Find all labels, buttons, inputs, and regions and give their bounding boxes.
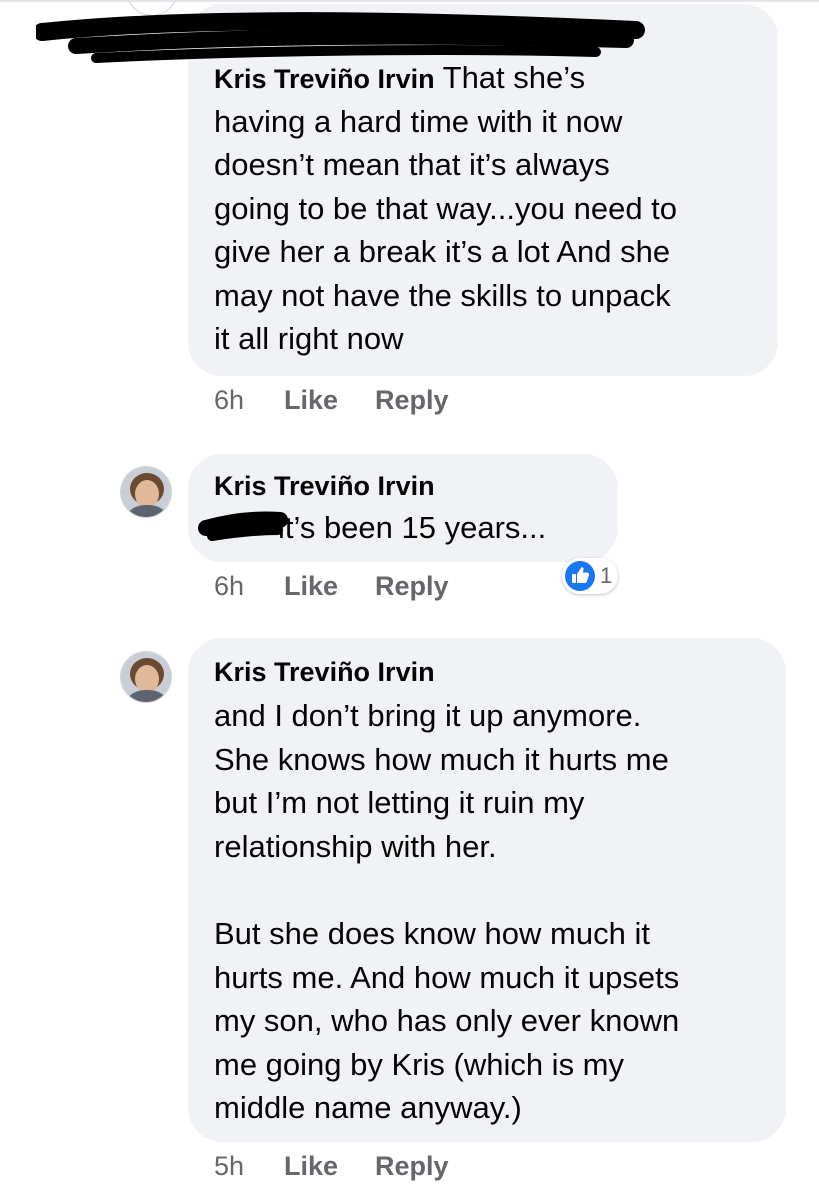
comment-1-line: may not have the skills to unpack — [214, 277, 671, 313]
like-thumbs-up-icon — [565, 561, 595, 591]
comment-1-body: Kris Treviño Irvin That she’s having a h… — [214, 56, 764, 361]
comment-1-line: going to be that way...you need to — [214, 190, 678, 226]
comment-1-line: it all right now — [214, 321, 404, 356]
comment-timestamp[interactable]: 5h — [214, 1150, 284, 1182]
reaction-count: 1 — [600, 563, 613, 588]
redaction-scribble-2 — [198, 511, 288, 541]
avatar[interactable] — [120, 466, 172, 518]
comment-2-text: it’s been 15 years... — [278, 510, 547, 545]
reply-button[interactable]: Reply — [375, 570, 449, 602]
comment-2-author[interactable]: Kris Treviño Irvin — [214, 469, 435, 503]
comment-timestamp[interactable]: 6h — [214, 384, 284, 416]
comment-3-author[interactable]: Kris Treviño Irvin — [214, 655, 435, 689]
reply-button[interactable]: Reply — [375, 384, 449, 416]
avatar[interactable] — [120, 651, 172, 703]
reaction-summary[interactable]: 1 — [562, 558, 619, 594]
reply-button[interactable]: Reply — [375, 1150, 449, 1182]
comment-timestamp[interactable]: 6h — [214, 570, 284, 602]
comment-1-first-line: Kris Treviño Irvin That she’s — [214, 56, 764, 100]
comment-author-name[interactable]: Kris Treviño Irvin — [214, 64, 435, 94]
like-button[interactable]: Like — [284, 384, 338, 416]
comment-1-text-start: That she’s — [434, 60, 586, 95]
user-avatar-icon — [121, 467, 171, 517]
top-divider — [0, 0, 819, 2]
comment-1-line: having a hard time with it now — [214, 103, 623, 139]
like-button[interactable]: Like — [284, 570, 338, 602]
comment-1-line: doesn’t mean that it’s always — [214, 147, 610, 182]
comment-3-paragraph-1: and I don’t bring it up anymore. She kno… — [214, 698, 669, 864]
comment-3-actions: 5h Like Reply — [214, 1150, 486, 1182]
comment-2-actions: 6h Like Reply — [214, 570, 486, 602]
comment-3-paragraph-2: But she does know how much it hurts me. … — [214, 916, 680, 1125]
comment-1-actions: 6h Like Reply — [214, 384, 486, 416]
like-button[interactable]: Like — [284, 1150, 338, 1182]
user-avatar-icon — [121, 652, 171, 702]
comment-1-line: give her a break it’s a lot And she — [214, 234, 671, 269]
